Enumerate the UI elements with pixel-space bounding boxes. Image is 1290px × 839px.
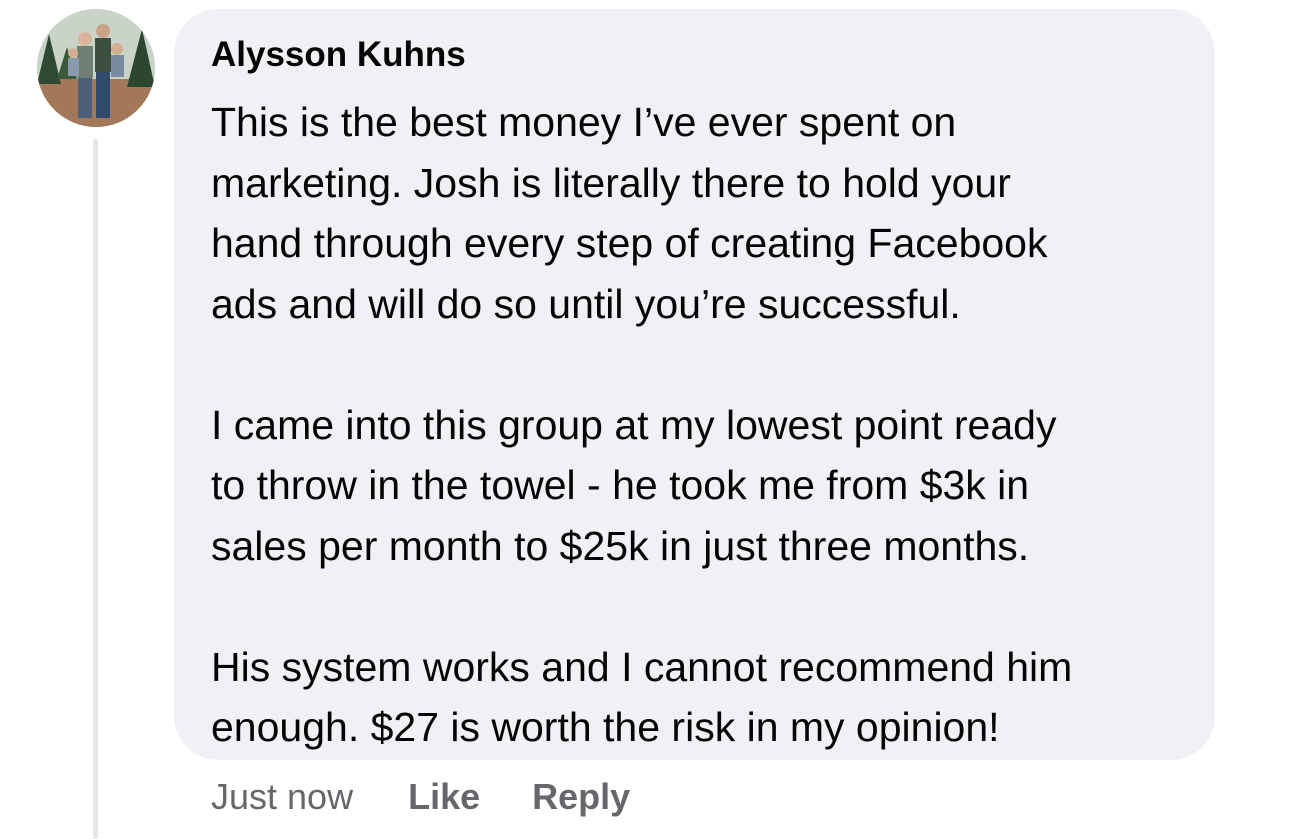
comment-actions: Just now Like Reply — [211, 776, 682, 818]
avatar[interactable] — [37, 9, 155, 127]
author-name[interactable]: Alysson Kuhns — [211, 35, 466, 75]
timestamp[interactable]: Just now — [211, 776, 353, 818]
reply-button[interactable]: Reply — [532, 776, 630, 818]
comment-paragraph: This is the best money I’ve ever spent o… — [211, 99, 1048, 327]
comment-paragraph: I came into this group at my lowest poin… — [211, 401, 1057, 569]
like-button[interactable]: Like — [408, 776, 480, 818]
comment-paragraph: His system works and I cannot recommend … — [211, 643, 1073, 751]
thread-line — [93, 139, 98, 839]
comment-body: This is the best money I’ve ever spent o… — [211, 92, 1201, 758]
comment: Alysson Kuhns This is the best money I’v… — [0, 0, 1290, 839]
avatar-photo — [37, 9, 155, 127]
